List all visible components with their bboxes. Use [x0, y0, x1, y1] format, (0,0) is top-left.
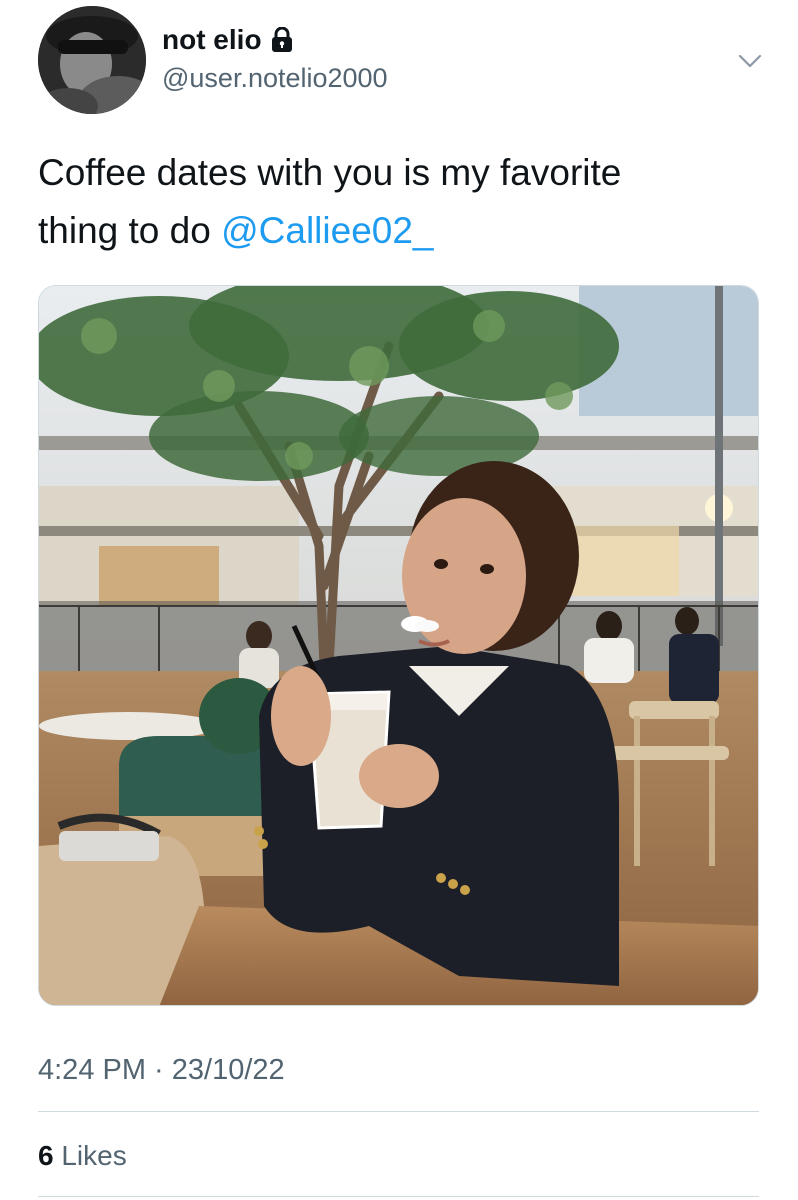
divider-bottom: [38, 1196, 759, 1197]
photo-illustration: [39, 286, 758, 1005]
mention-link[interactable]: @Calliee02_: [221, 210, 433, 251]
tweet-text: Coffee dates with you is my favorite thi…: [38, 144, 758, 260]
divider-top: [38, 1111, 759, 1112]
avatar-photo: [38, 6, 146, 114]
more-options-button[interactable]: [733, 44, 767, 78]
likes-count: 6: [38, 1140, 54, 1171]
author-name-row: not elio: [162, 22, 294, 58]
tweet-text-line-1: Coffee dates with you is my favorite: [38, 152, 622, 193]
avatar[interactable]: [38, 6, 146, 114]
tweet-timestamp[interactable]: 4:24 PM · 23/10/22: [38, 1050, 285, 1090]
author-display-name[interactable]: not elio: [162, 22, 262, 58]
chevron-down-icon: [738, 54, 762, 68]
lock-icon: [270, 26, 294, 53]
author-handle[interactable]: @user.notelio2000: [162, 60, 388, 96]
likes-label: Likes: [53, 1140, 127, 1171]
tweet-photo[interactable]: [38, 285, 759, 1006]
tweet-text-line-2: thing to do @Calliee02_: [38, 202, 758, 260]
likes-link[interactable]: 6 Likes: [38, 1136, 127, 1176]
tweet-text-line-2-prefix: thing to do: [38, 210, 222, 251]
